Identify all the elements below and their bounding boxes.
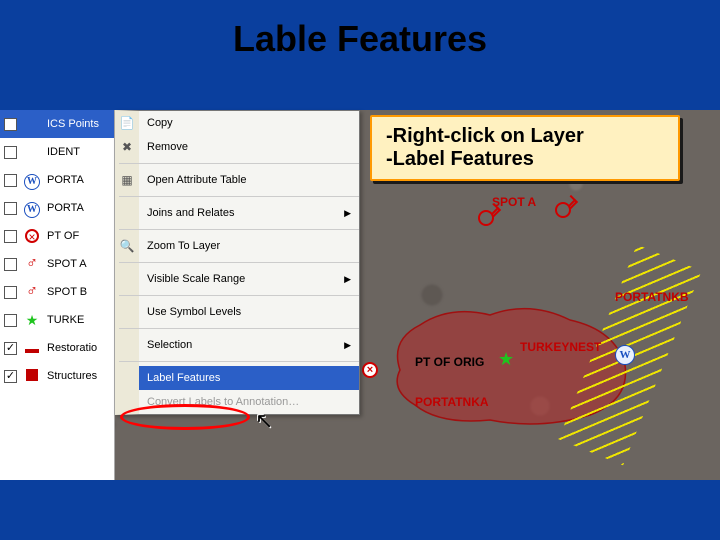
- callout-line-1: -Right-click on Layer: [386, 125, 664, 148]
- checkbox-icon[interactable]: [4, 230, 17, 243]
- layer-symbol-icon: [23, 340, 41, 356]
- toc-row[interactable]: ★ TURKE: [0, 306, 114, 334]
- toc-label: TURKE: [47, 314, 114, 326]
- menu-separator: [119, 328, 359, 329]
- checkbox-icon[interactable]: ✓: [4, 342, 17, 355]
- label-pt-of-orig: PT OF ORIG: [415, 355, 484, 369]
- mouse-cursor-icon: ↖: [255, 408, 273, 434]
- menu-item-label: Visible Scale Range: [147, 273, 245, 285]
- menu-item-label: Joins and Relates: [147, 207, 234, 219]
- toc-label: Structures: [47, 370, 114, 382]
- star-icon: ★: [498, 349, 514, 370]
- toc-row[interactable]: W PORTA: [0, 194, 114, 222]
- toc-label: PT OF: [47, 230, 114, 242]
- layer-symbol-icon: ♂: [23, 255, 41, 273]
- checkbox-icon[interactable]: ✓: [4, 370, 17, 383]
- menu-item-label: Copy: [147, 117, 173, 129]
- toc-row[interactable]: ✓ Restoratio: [0, 334, 114, 362]
- menu-item-icon: ✖: [119, 140, 135, 154]
- toc-panel: ✓ ICS Points IDENT W PORTA W PORTA × PT OF ♂ SPOT …: [0, 110, 115, 480]
- toc-label: Restoratio: [47, 342, 114, 354]
- toc-row[interactable]: ♂ SPOT B: [0, 278, 114, 306]
- male-symbol-icon: [478, 210, 494, 226]
- layer-symbol-icon: ★: [23, 312, 41, 329]
- toc-label: PORTA: [47, 202, 114, 214]
- menu-item-label: Label Features: [147, 372, 220, 384]
- menu-item[interactable]: 🔍Zoom To Layer: [139, 234, 359, 258]
- checkbox-icon[interactable]: ✓: [4, 118, 17, 131]
- menu-item[interactable]: Use Symbol Levels: [139, 300, 359, 324]
- submenu-arrow-icon: ▶: [344, 208, 351, 219]
- layer-symbol-icon: [23, 368, 41, 384]
- menu-separator: [119, 163, 359, 164]
- toc-label: SPOT B: [47, 286, 114, 298]
- toc-label: ICS Points: [47, 118, 114, 130]
- menu-item-label: Remove: [147, 141, 188, 153]
- menu-item-label: Zoom To Layer: [147, 240, 220, 252]
- menu-item-label: Selection: [147, 339, 192, 351]
- menu-item[interactable]: Visible Scale Range ▶: [139, 267, 359, 291]
- checkbox-icon[interactable]: [4, 174, 17, 187]
- checkbox-icon[interactable]: [4, 314, 17, 327]
- menu-item[interactable]: Selection ▶: [139, 333, 359, 357]
- x-circle-icon: ×: [362, 362, 378, 378]
- menu-separator: [119, 196, 359, 197]
- male-symbol-icon: [555, 202, 571, 218]
- toc-row[interactable]: ✓ ICS Points: [0, 110, 114, 138]
- menu-item-label: Use Symbol Levels: [147, 306, 241, 318]
- bottom-bar: [0, 480, 720, 540]
- menu-item-icon: ▦: [119, 173, 135, 187]
- menu-item-icon: 🔍: [119, 239, 135, 253]
- label-portatnka: PORTATNKA: [415, 395, 489, 409]
- label-portatnkb: PORTATNKB: [615, 290, 689, 304]
- toc-label: SPOT A: [47, 258, 114, 270]
- instruction-callout: -Right-click on Layer -Label Features: [370, 115, 680, 181]
- menu-item[interactable]: Label Features: [139, 366, 359, 390]
- toc-row[interactable]: × PT OF: [0, 222, 114, 250]
- menu-item[interactable]: ✖Remove: [139, 135, 359, 159]
- menu-item-label: Convert Labels to Annotation…: [147, 396, 299, 408]
- menu-item[interactable]: Joins and Relates ▶: [139, 201, 359, 225]
- label-turkeynest: TURKEYNEST: [520, 340, 601, 354]
- context-menu: 📄Copy✖Remove▦Open Attribute TableJoins a…: [115, 110, 360, 415]
- toc-row[interactable]: ✓ Structures: [0, 362, 114, 390]
- menu-item[interactable]: ▦Open Attribute Table: [139, 168, 359, 192]
- checkbox-icon[interactable]: [4, 286, 17, 299]
- menu-item-icon: 📄: [119, 116, 135, 130]
- toc-row[interactable]: IDENT: [0, 138, 114, 166]
- checkbox-icon[interactable]: [4, 146, 17, 159]
- menu-item: Convert Labels to Annotation…: [139, 390, 359, 414]
- toc-label: PORTA: [47, 174, 114, 186]
- checkbox-icon[interactable]: [4, 202, 17, 215]
- menu-separator: [119, 262, 359, 263]
- layer-symbol-icon: W: [23, 171, 41, 190]
- submenu-arrow-icon: ▶: [344, 274, 351, 285]
- menu-item-label: Open Attribute Table: [147, 174, 246, 186]
- submenu-arrow-icon: ▶: [344, 340, 351, 351]
- menu-separator: [119, 361, 359, 362]
- w-circle-icon: W: [615, 345, 635, 365]
- menu-item[interactable]: 📄Copy: [139, 111, 359, 135]
- toc-row[interactable]: W PORTA: [0, 166, 114, 194]
- menu-separator: [119, 229, 359, 230]
- layer-symbol-icon: ♂: [23, 283, 41, 301]
- layer-symbol-icon: W: [23, 199, 41, 218]
- menu-separator: [119, 295, 359, 296]
- slide-title: Lable Features: [0, 18, 720, 60]
- toc-label: IDENT: [47, 146, 114, 158]
- checkbox-icon[interactable]: [4, 258, 17, 271]
- toc-row[interactable]: ♂ SPOT A: [0, 250, 114, 278]
- layer-symbol-icon: ×: [23, 228, 41, 244]
- callout-line-2: -Label Features: [386, 148, 664, 171]
